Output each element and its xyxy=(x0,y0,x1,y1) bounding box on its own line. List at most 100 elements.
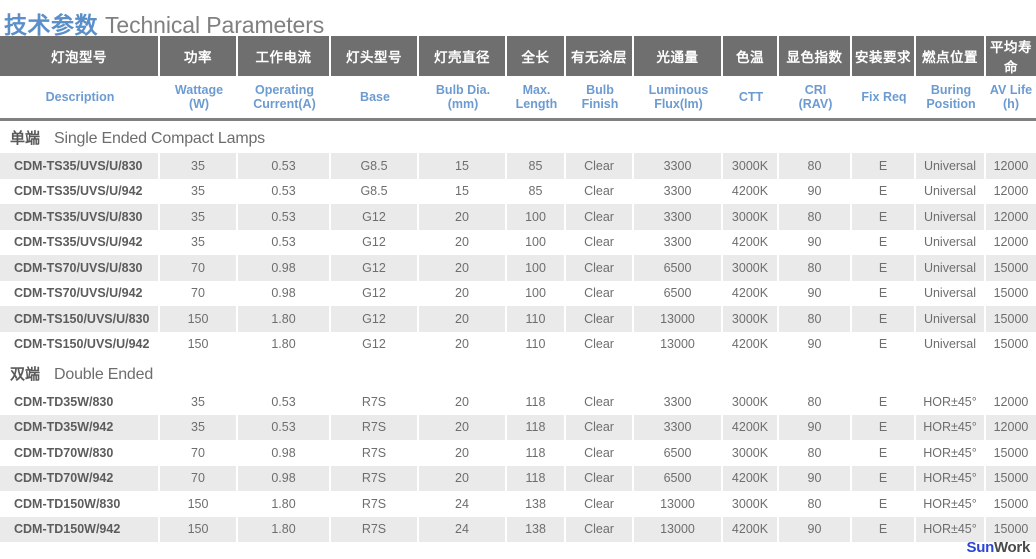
table-cell: 3000K xyxy=(723,306,779,332)
table-row: CDM-TD70W/830 70 0.98 R7S 20 118 Clear 6500 3000… xyxy=(0,440,1036,466)
table-cell: Clear xyxy=(566,440,634,466)
table-cell: 6500 xyxy=(634,255,723,281)
column-header-cn-10: 安装要求 xyxy=(852,36,916,76)
table-cell: 85 xyxy=(507,153,566,179)
table-cell: 3000K xyxy=(723,389,779,415)
table-cell: 138 xyxy=(507,516,566,542)
table-cell: E xyxy=(852,229,916,255)
table-cell: 3300 xyxy=(634,229,723,255)
page-title-en: Technical Parameters xyxy=(105,12,325,38)
table-cell: 3000K xyxy=(723,440,779,466)
column-header-en-7: Luminous Flux(lm) xyxy=(634,76,723,121)
table-cell: 4200K xyxy=(723,414,779,440)
table-cell: 15000 xyxy=(986,306,1036,332)
table-row: CDM-TS35/UVS/U/942 35 0.53 G12 20 100 Clear 330… xyxy=(0,229,1036,255)
table-row: CDM-TS70/UVS/U/830 70 0.98 G12 20 100 Clear 650… xyxy=(0,255,1036,281)
table-cell: E xyxy=(852,465,916,491)
table-cell: 20 xyxy=(419,280,507,306)
cell-description: CDM-TD35W/830 xyxy=(0,389,160,415)
table-cell: R7S xyxy=(331,491,419,517)
column-header-en-5: Max. Length xyxy=(507,76,566,121)
table-cell: Universal xyxy=(916,331,986,357)
table-cell: HOR±45° xyxy=(916,516,986,542)
column-header-cn-9: 显色指数 xyxy=(779,36,852,76)
cell-description: CDM-TD35W/942 xyxy=(0,414,160,440)
table-cell: 3000K xyxy=(723,153,779,179)
column-header-en-0: Description xyxy=(0,76,160,121)
table-cell: HOR±45° xyxy=(916,491,986,517)
table-cell: HOR±45° xyxy=(916,389,986,415)
table-cell: Clear xyxy=(566,465,634,491)
table-cell: 4200K xyxy=(723,331,779,357)
section-title-cn: 单端 xyxy=(10,129,41,147)
cell-description: CDM-TD150W/830 xyxy=(0,491,160,517)
table-cell: R7S xyxy=(331,440,419,466)
column-header-cn-11: 燃点位置 xyxy=(916,36,986,76)
column-header-en-10: Fix Req xyxy=(852,76,916,121)
table-cell: 90 xyxy=(779,414,852,440)
cell-description: CDM-TS150/UVS/U/942 xyxy=(0,331,160,357)
table-cell: 6500 xyxy=(634,440,723,466)
table-cell: 0.98 xyxy=(238,255,331,281)
table-cell: 90 xyxy=(779,280,852,306)
table-cell: 15000 xyxy=(986,440,1036,466)
table-row: CDM-TS150/UVS/U/830 150 1.80 G12 20 110 Clear 1… xyxy=(0,306,1036,332)
table-cell: 70 xyxy=(160,440,238,466)
table-cell: R7S xyxy=(331,414,419,440)
table-cell: 70 xyxy=(160,465,238,491)
table-cell: Clear xyxy=(566,204,634,230)
table-cell: 70 xyxy=(160,280,238,306)
column-header-en-9: CRI (RAV) xyxy=(779,76,852,121)
table-cell: 24 xyxy=(419,491,507,517)
table-cell: 20 xyxy=(419,440,507,466)
table-cell: 0.53 xyxy=(238,229,331,255)
table-cell: 100 xyxy=(507,204,566,230)
table-cell: 80 xyxy=(779,255,852,281)
technical-parameters-table: 灯泡型号 功率 工作电流 灯头型号 灯壳直径 全长 有无涂层 光通量 色温 显色指数 安装要求 燃点位… xyxy=(0,36,1036,542)
column-header-en-2: Operating Current(A) xyxy=(238,76,331,121)
table-cell: 1.80 xyxy=(238,516,331,542)
cell-description: CDM-TD70W/830 xyxy=(0,440,160,466)
table-cell: Clear xyxy=(566,516,634,542)
table-cell: 15 xyxy=(419,153,507,179)
table-cell: 118 xyxy=(507,440,566,466)
table-cell: 110 xyxy=(507,331,566,357)
table-cell: 118 xyxy=(507,465,566,491)
table-row: CDM-TD35W/942 35 0.53 R7S 20 118 Clear 3300 4200… xyxy=(0,414,1036,440)
table-cell: E xyxy=(852,414,916,440)
table-cell: 100 xyxy=(507,255,566,281)
table-header-row-en: Description Wattage (W) Operating Current(A)… xyxy=(0,76,1036,121)
table-cell: G12 xyxy=(331,255,419,281)
table-cell: 118 xyxy=(507,414,566,440)
column-header-en-1: Wattage (W) xyxy=(160,76,238,121)
table-row: CDM-TS70/UVS/U/942 70 0.98 G12 20 100 Clear 650… xyxy=(0,280,1036,306)
table-cell: 3000K xyxy=(723,204,779,230)
table-cell: 15000 xyxy=(986,255,1036,281)
table-row: CDM-TS35/UVS/U/942 35 0.53 G8.5 15 85 Clear 330… xyxy=(0,178,1036,204)
table-cell: 0.53 xyxy=(238,389,331,415)
table-cell: 20 xyxy=(419,331,507,357)
table-cell: 15000 xyxy=(986,331,1036,357)
table-cell: E xyxy=(852,389,916,415)
table-row: CDM-TS35/UVS/U/830 35 0.53 G12 20 100 Clear 330… xyxy=(0,204,1036,230)
table-cell: 85 xyxy=(507,178,566,204)
column-header-cn-4: 灯壳直径 xyxy=(419,36,507,76)
column-header-cn-1: 功率 xyxy=(160,36,238,76)
table-cell: G12 xyxy=(331,306,419,332)
table-cell: Universal xyxy=(916,178,986,204)
table-cell: 12000 xyxy=(986,389,1036,415)
table-row: CDM-TD70W/942 70 0.98 R7S 20 118 Clear 6500 4200… xyxy=(0,465,1036,491)
table-cell: E xyxy=(852,440,916,466)
table-cell: 3300 xyxy=(634,389,723,415)
table-cell: Clear xyxy=(566,306,634,332)
table-cell: 13000 xyxy=(634,516,723,542)
table-cell: Universal xyxy=(916,306,986,332)
table-cell: Universal xyxy=(916,255,986,281)
table-cell: 90 xyxy=(779,229,852,255)
table-row: CDM-TD35W/830 35 0.53 R7S 20 118 Clear 3300 3000… xyxy=(0,389,1036,415)
cell-description: CDM-TS70/UVS/U/830 xyxy=(0,255,160,281)
column-header-cn-0: 灯泡型号 xyxy=(0,36,160,76)
table-cell: Universal xyxy=(916,229,986,255)
table-cell: 118 xyxy=(507,389,566,415)
column-header-en-3: Base xyxy=(331,76,419,121)
